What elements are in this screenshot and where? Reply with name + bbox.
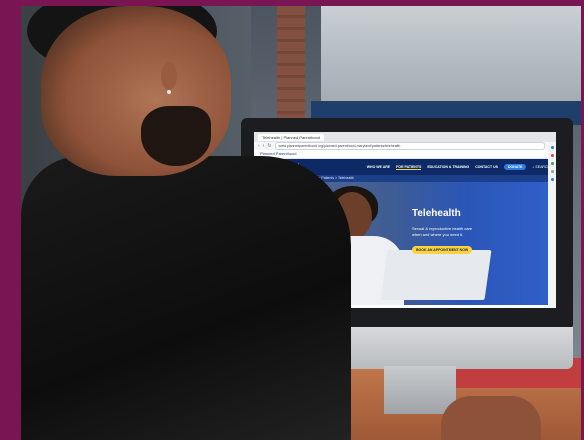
donate-button[interactable]: DONATE [503, 164, 527, 170]
plus-icon[interactable] [550, 162, 554, 165]
browser-tabbar: Telehealth | Planned Parenthood [254, 132, 556, 142]
browser-tab[interactable]: Telehealth | Planned Parenthood [258, 133, 324, 141]
man-hand [441, 396, 541, 440]
address-bar[interactable]: www.plannedparenthood.org/planned-parent… [274, 142, 545, 150]
hero-title: Telehealth [412, 208, 461, 219]
bookmark-icon[interactable] [550, 154, 554, 157]
back-arrow-icon[interactable]: ‹ [258, 142, 260, 150]
book-appointment-button[interactable]: BOOK AN APPOINTMENT NOW [412, 246, 473, 254]
man-beard [141, 106, 211, 166]
hero-subtitle: Sexual & reproductive health care when a… [412, 226, 473, 237]
laptop-photo [380, 250, 492, 300]
brand-strip[interactable]: Planned Parenthood [254, 150, 556, 159]
shield-icon[interactable] [550, 178, 554, 181]
mail-icon[interactable] [550, 146, 554, 149]
browser-sidebar [548, 142, 556, 308]
monitor-stand [384, 366, 456, 414]
nav-for-patients[interactable]: FOR PATIENTS [396, 165, 422, 170]
nav-contact-us[interactable]: CONTACT US [475, 165, 498, 169]
reload-icon[interactable]: ↻ [267, 142, 271, 150]
background-window [321, 6, 581, 116]
nav-who-we-are[interactable]: WHO WE ARE [367, 165, 390, 169]
forward-arrow-icon[interactable]: › [263, 142, 265, 150]
browser-toolbar: ‹ › ↻ www.plannedparenthood.org/planned-… [254, 142, 556, 150]
man-ear [161, 62, 177, 90]
settings-icon[interactable] [550, 170, 554, 173]
earring [167, 90, 171, 94]
photo-scene: Telehealth | Planned Parenthood ‹ › ↻ ww… [21, 6, 581, 440]
nav-education-training[interactable]: EDUCATION & TRAINING [427, 165, 469, 169]
man-shirt [21, 156, 351, 440]
